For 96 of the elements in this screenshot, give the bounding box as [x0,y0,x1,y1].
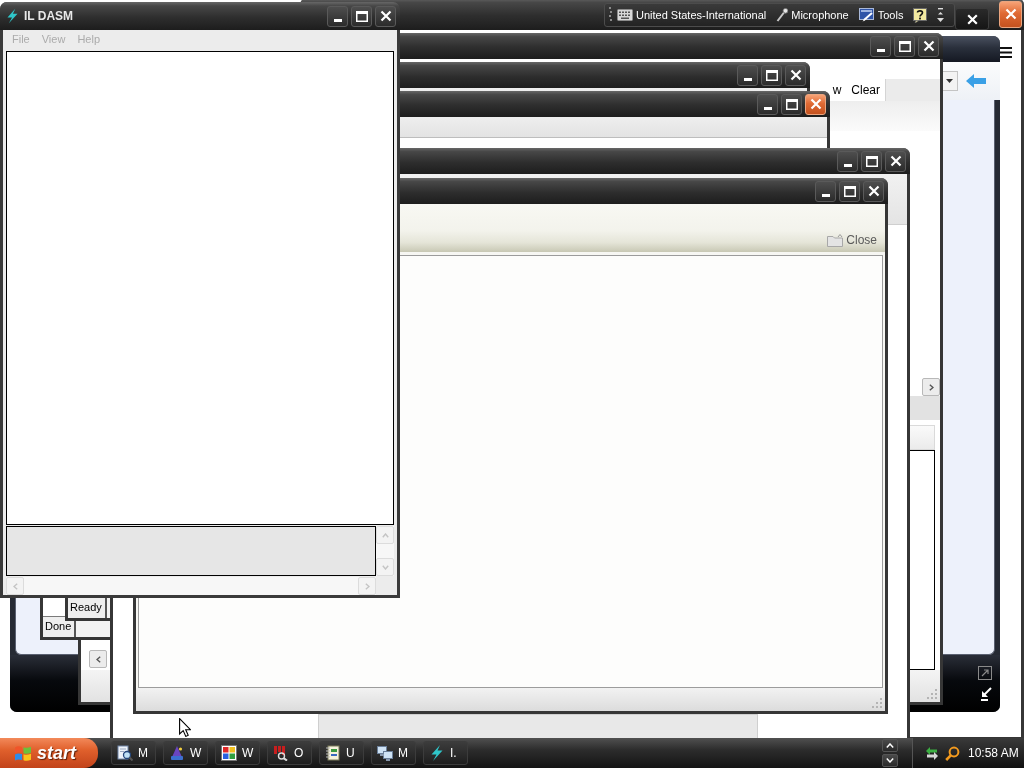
taskbar-button[interactable]: W [215,741,260,765]
minimize-icon [743,77,752,81]
status-text: Ready [68,598,107,618]
language-bar-button[interactable]: United States-International [612,4,772,26]
maximize-icon [843,185,856,197]
toolbar-button[interactable]: Close [825,231,879,249]
minimize-button[interactable] [327,5,348,27]
toolbar-button[interactable]: w [827,79,847,101]
window-title: IL DASM [24,9,74,23]
grip-icon [609,7,612,23]
chevron-up-icon [886,743,894,748]
taskbar-button[interactable]: W [163,741,208,765]
input-field[interactable] [885,79,940,101]
close-button[interactable] [918,35,939,57]
resize-grip-icon [927,689,937,699]
taskbar-button[interactable]: M [371,741,416,765]
arrows-icon [925,745,939,761]
close-button[interactable] [805,93,826,115]
close-button[interactable] [955,8,989,30]
maximize-button[interactable] [839,180,860,202]
monitors-icon [377,745,393,761]
resize-grip-icon [872,698,882,708]
keyboard-icon [617,9,633,21]
figure-icon [169,745,185,761]
help-icon [913,7,928,23]
close-button[interactable] [999,0,1022,28]
up-down-arrows-icon [937,8,945,22]
blocks-magnifier-icon [273,745,289,761]
bolt-icon [7,8,18,24]
box-arrow-icon [978,666,992,680]
clock: 10:58 AM [968,746,1019,760]
chevron-down-icon [381,564,389,570]
minimize-icon [821,193,830,197]
arrow-down-left-icon [980,687,992,701]
chevron-left-icon [95,655,101,663]
maximize-button[interactable] [894,35,915,57]
bolt-icon [429,745,445,761]
notebook-icon [325,745,341,761]
close-icon [867,185,880,197]
close-icon [966,13,978,25]
minimize-button[interactable] [870,35,891,57]
taskbar-button[interactable]: U [319,741,364,765]
toolbar-button[interactable]: Clear [846,79,885,101]
status-text: Done [43,617,77,637]
close-icon [922,40,935,52]
chevron-up-icon [381,532,389,538]
chevron-right-icon [364,582,370,590]
minimize-icon [843,163,852,167]
scroll-right-button[interactable] [922,378,940,396]
flag-icon [14,744,32,762]
microphone-icon [776,8,789,22]
caret-down-icon [945,79,953,83]
maximize-icon [898,40,911,52]
maximize-button[interactable] [761,64,782,86]
taskbar-button[interactable]: M [111,741,156,765]
folder-icon [827,233,844,247]
close-button[interactable] [885,150,906,172]
close-icon [789,69,802,81]
minimize-button[interactable] [757,93,778,115]
minimize-button[interactable] [737,64,758,86]
maximize-icon [765,69,778,81]
scroll-left-button[interactable] [89,650,107,668]
scroll-up-button[interactable] [882,739,898,752]
maximize-button[interactable] [861,150,882,172]
close-icon [889,155,902,167]
pen-window-icon [858,8,875,22]
maximize-icon [355,10,368,22]
close-button[interactable] [785,64,806,86]
language-bar-button[interactable]: Microphone [771,4,854,26]
scroll-down-button[interactable] [882,754,898,767]
menu-icon [1000,47,1012,58]
maximize-icon [865,155,878,167]
start-button[interactable]: start [0,738,98,768]
maximize-button[interactable] [351,5,372,27]
minimize-icon [876,48,885,52]
arrow-left-icon [966,74,986,88]
taskbar-button[interactable]: O [267,741,312,765]
language-bar-button[interactable]: Tools [853,4,909,26]
chevron-right-icon [928,383,934,391]
minimize-button[interactable] [837,150,858,172]
minimize-icon [763,106,772,110]
maximize-button[interactable] [781,93,802,115]
doc-magnifier-icon [117,745,133,761]
close-button[interactable] [863,180,884,202]
minimize-button[interactable] [815,180,836,202]
maximize-icon [785,98,798,110]
chevron-left-icon [12,582,18,590]
close-icon [809,98,822,110]
close-button[interactable] [375,5,396,27]
grid-icon [221,745,237,761]
magnifier-icon [945,745,960,761]
close-icon [379,10,392,22]
chevron-down-icon [886,758,894,763]
minimize-icon [333,18,342,22]
close-icon [1004,8,1017,20]
taskbar-button[interactable]: I. [423,741,468,765]
